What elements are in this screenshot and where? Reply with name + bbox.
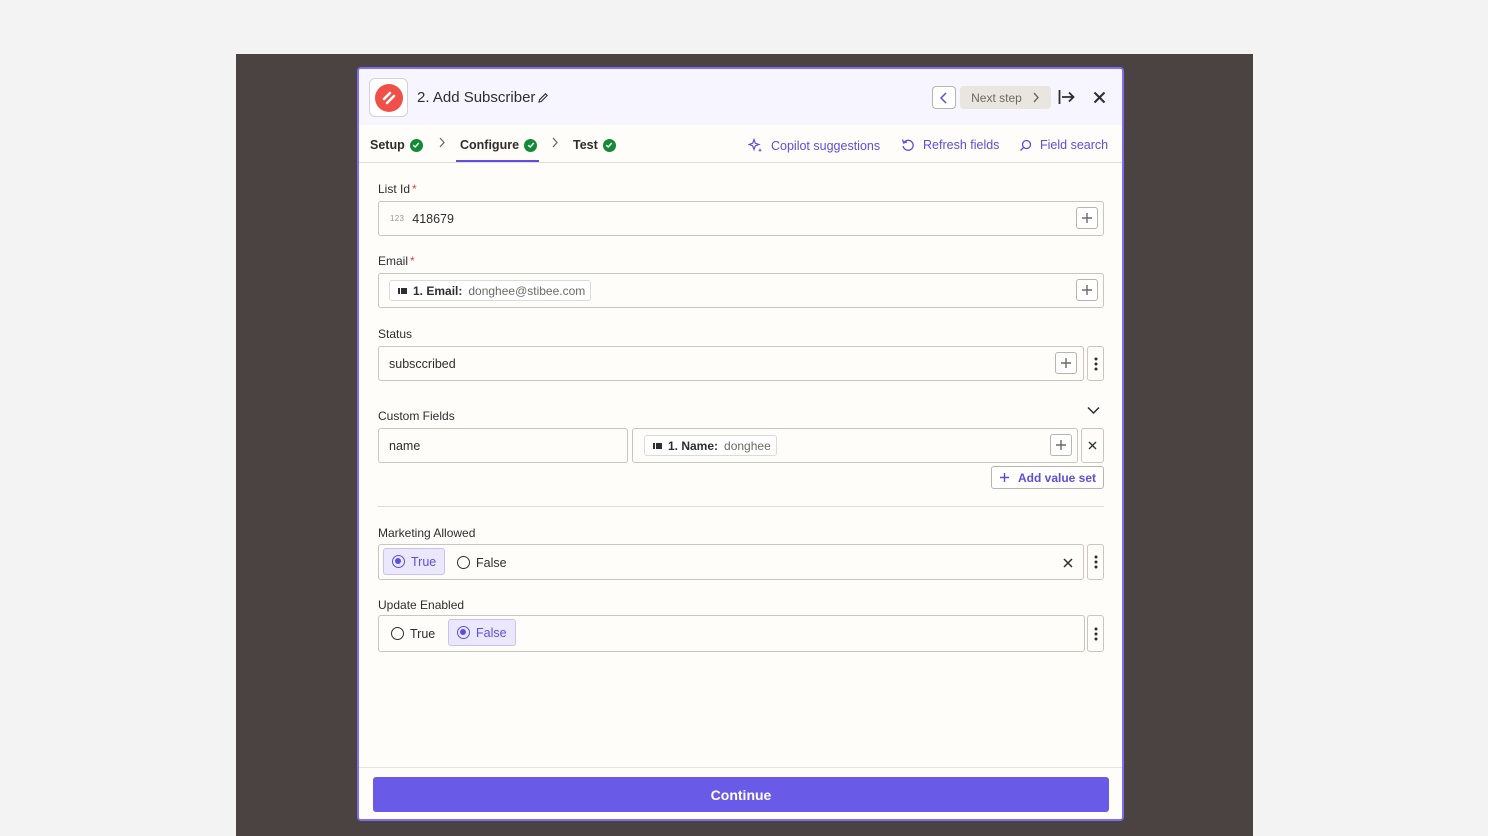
list-id-label: List Id *: [378, 182, 417, 196]
copilot-suggestions-button[interactable]: Copilot suggestions: [748, 138, 880, 153]
list-id-value: 418679: [412, 211, 454, 226]
app-icon-frame: [369, 78, 408, 117]
check-circle-icon: [409, 138, 423, 152]
field-options-button[interactable]: [1087, 346, 1104, 381]
chevron-right-icon: [1033, 92, 1039, 103]
insert-data-button[interactable]: [1076, 279, 1098, 301]
pill-key: 1. Name:: [668, 438, 719, 453]
number-type-icon: 123: [390, 214, 405, 223]
custom-field-key-input[interactable]: name: [378, 428, 628, 463]
list-id-field[interactable]: 123 418679: [378, 201, 1104, 236]
update-enabled-label: Update Enabled: [378, 598, 465, 612]
insert-data-button[interactable]: [1050, 434, 1072, 456]
insert-data-button[interactable]: [1055, 352, 1077, 374]
tab-configure[interactable]: Configure: [460, 138, 538, 152]
pill-value: donghee@stibee.com: [468, 283, 586, 298]
plus-icon: [1082, 285, 1092, 295]
radio-selected-icon: [392, 555, 405, 568]
update-enabled-true-option[interactable]: True: [383, 620, 443, 647]
close-icon: [1088, 441, 1097, 450]
refresh-fields-label: Refresh fields: [923, 138, 1000, 152]
marketing-allowed-radio-group: True False: [378, 544, 1084, 580]
marketing-allowed-false-option[interactable]: False: [449, 549, 515, 576]
update-enabled-radio-group: True False: [378, 615, 1085, 652]
option-label: True: [410, 626, 436, 641]
check-circle-icon: [602, 138, 616, 152]
tab-setup[interactable]: Setup: [370, 138, 423, 152]
option-label: False: [476, 625, 507, 640]
copilot-suggestions-label: Copilot suggestions: [771, 138, 881, 153]
step-title[interactable]: 2. Add Subscriber: [417, 89, 535, 106]
add-value-set-button[interactable]: Add value set: [991, 466, 1104, 489]
panel-header: 2. Add Subscriber Next step: [359, 69, 1122, 125]
custom-field-value-input[interactable]: 1. Name: donghee: [632, 428, 1078, 463]
chevron-down-icon[interactable]: [1087, 406, 1100, 415]
pill-key: 1. Email:: [413, 283, 463, 298]
insert-data-button[interactable]: [1076, 207, 1098, 229]
remove-value-set-button[interactable]: [1081, 428, 1104, 463]
plus-icon: [1082, 213, 1092, 223]
status-value: subsccribed: [389, 356, 456, 371]
tab-test[interactable]: Test: [573, 138, 616, 152]
mapped-field-pill[interactable]: 1. Email: donghee@stibee.com: [389, 280, 592, 301]
field-search-label: Field search: [1040, 138, 1109, 152]
custom-fields-label: Custom Fields: [378, 409, 455, 423]
tab-test-label: Test: [573, 138, 598, 152]
field-search-button[interactable]: Field search: [1019, 138, 1108, 152]
tab-setup-label: Setup: [370, 138, 405, 152]
more-vertical-icon: [1094, 627, 1097, 640]
plus-icon: [999, 473, 1009, 482]
more-vertical-icon: [1094, 555, 1097, 569]
step-tabs: Setup Configure Test Copilot suggestions…: [359, 125, 1122, 163]
radio-unselected-icon: [457, 556, 470, 569]
custom-field-key: name: [389, 438, 421, 453]
previous-step-button[interactable]: [932, 86, 956, 109]
email-field[interactable]: 1. Email: donghee@stibee.com: [378, 273, 1104, 308]
edit-pencil-icon[interactable]: [537, 91, 549, 109]
section-divider: [378, 506, 1104, 507]
sparkle-icon: [748, 138, 762, 153]
radio-selected-icon: [457, 626, 470, 639]
status-field[interactable]: subsccribed: [378, 346, 1084, 381]
active-tab-indicator: [456, 160, 539, 162]
plus-icon: [1061, 358, 1071, 368]
next-step-button[interactable]: Next step: [960, 86, 1051, 109]
more-vertical-icon: [1094, 357, 1097, 370]
search-icon: [1020, 139, 1032, 151]
chevron-right-icon: [439, 137, 445, 148]
field-options-button[interactable]: [1087, 615, 1104, 652]
tab-configure-label: Configure: [460, 138, 520, 152]
update-enabled-false-option[interactable]: False: [448, 619, 516, 646]
continue-button[interactable]: Continue: [373, 777, 1109, 812]
status-label: Status: [378, 327, 413, 341]
refresh-fields-button[interactable]: Refresh fields: [901, 138, 999, 152]
field-options-button[interactable]: [1087, 544, 1104, 580]
close-icon: [1093, 91, 1105, 103]
radio-unselected-icon: [391, 627, 404, 640]
expand-panel-button[interactable]: [1058, 87, 1076, 107]
refresh-icon: [901, 139, 914, 151]
trigger-app-icon: [398, 287, 407, 294]
next-step-label: Next step: [971, 90, 1022, 105]
plus-icon: [1056, 440, 1066, 450]
marketing-allowed-true-option[interactable]: True: [383, 548, 446, 575]
arrow-to-right-icon: [1058, 90, 1075, 104]
option-label: False: [476, 555, 507, 570]
chevron-right-icon: [552, 137, 558, 148]
trigger-app-icon: [653, 442, 662, 449]
email-label: Email *: [378, 254, 415, 268]
check-circle-icon: [524, 138, 538, 152]
pill-value: donghee: [724, 438, 771, 453]
stibee-logo-icon: [374, 83, 403, 112]
close-panel-button[interactable]: [1091, 88, 1107, 106]
clear-selection-icon[interactable]: [1063, 558, 1073, 568]
mapped-field-pill[interactable]: 1. Name: donghee: [644, 435, 777, 456]
panel-footer: Continue: [359, 767, 1122, 819]
chevron-left-icon: [939, 91, 947, 104]
step-editor-panel: 2. Add Subscriber Next step Setup Config…: [357, 67, 1124, 821]
option-label: True: [411, 554, 437, 569]
add-value-set-label: Add value set: [1017, 470, 1097, 485]
marketing-allowed-label: Marketing Allowed: [378, 526, 476, 540]
